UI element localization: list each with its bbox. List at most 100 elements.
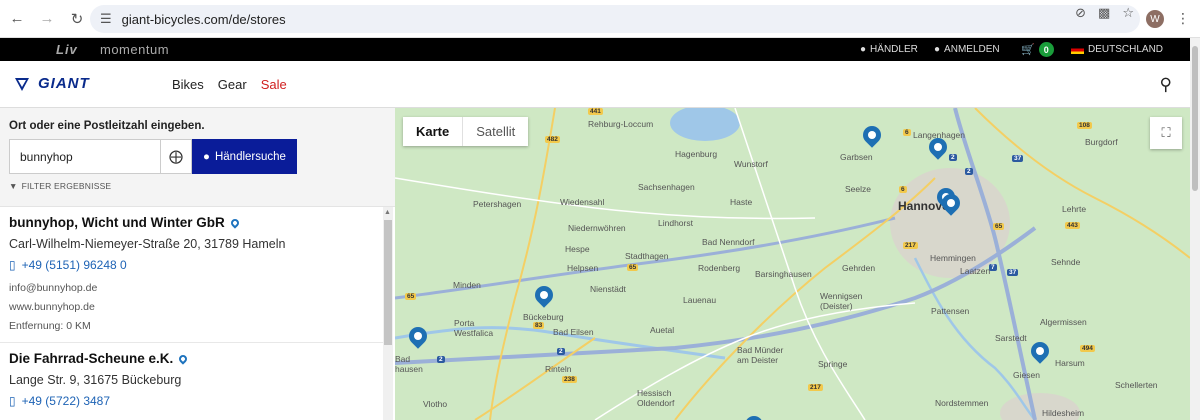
filter-results-link[interactable]: ▼ FILTER ERGEBNISSE [9,181,386,191]
map-label-buckeburg: Bückeburg [523,312,564,322]
map-label-auetal: Auetal [650,325,675,335]
giant-emblem-icon [15,77,29,91]
profile-avatar[interactable]: W [1146,10,1164,28]
logo-text: GIANT [38,75,90,92]
brand-liv-logo[interactable]: Liv [56,42,78,57]
store-address: Lange Str. 9, 31675 Bückeburg [9,373,182,387]
map-type-karte[interactable]: Karte [403,117,462,146]
map-type-satellit[interactable]: Satellit [462,117,528,146]
bookmark-star-icon[interactable]: ☆ [1122,5,1134,21]
map-label-seelze: Seelze [845,184,871,194]
nav-bikes[interactable]: Bikes [172,77,204,92]
map-label-stadthagen: Stadthagen [625,251,669,261]
map-label-wunstorf: Wunstorf [734,159,768,169]
site-topbar: Liv momentum ● HÄNDLER ● ANMELDEN 🛒 0 DE… [0,38,1190,61]
dealer-search-button[interactable]: ● Händlersuche [192,139,297,174]
search-icon[interactable]: ⚲ [1160,75,1172,95]
page-scroll-thumb[interactable] [1192,46,1198,191]
map-label-nienstadt: Nienstädt [590,284,626,294]
map-label-wiedensahl: Wiedensahl [560,197,605,207]
scroll-up-icon[interactable]: ▲ [384,209,391,216]
road-sign: 443 [1065,222,1080,229]
map-label-minden: Minden [453,280,481,290]
crosshair-icon: ⨁ [169,148,183,164]
road-sign: 441 [588,108,603,115]
map-label-badnenndorf: Bad Nenndorf [702,237,755,247]
main-nav: Bikes Gear Sale [172,77,287,92]
browser-menu-icon[interactable]: ⋮ [1176,10,1190,27]
dealer-search-label: Händlersuche [214,150,286,163]
store-name: Die Fahrrad-Scheune e.K. [9,351,374,366]
fullscreen-icon[interactable]: ⛶ [1150,117,1182,149]
map-label-lehrte: Lehrte [1062,204,1087,214]
location-search-input[interactable] [9,139,161,174]
map-label-springe: Springe [818,359,848,369]
map-label-badeilsen: Bad Eilsen [553,327,594,337]
page-scrollbar[interactable] [1190,38,1200,420]
results-scrollbar[interactable]: ▲ [383,207,393,420]
map-label-haste: Haste [730,197,753,207]
cart-link[interactable]: 🛒 0 [1021,42,1054,57]
nav-gear[interactable]: Gear [218,77,247,92]
store-phone[interactable]: ▯ +49 (5722) 3487 [9,394,374,408]
map-pin-icon[interactable] [229,216,241,229]
country-label: DEUTSCHLAND [1088,44,1164,55]
road-sign: 83 [533,322,545,329]
road-sign: 217 [808,384,823,391]
road-sign: 6 [899,186,907,193]
store-website[interactable]: www.bunnyhop.de [9,298,374,317]
url-text: giant-bicycles.com/de/stores [121,11,286,27]
road-sign: 6 [903,129,911,136]
map-label-schellerten: Schellerten [1115,380,1158,390]
reload-icon[interactable]: ↻ [64,6,90,32]
road-sign: 65 [627,264,639,271]
map-label-harsum: Harsum [1055,358,1085,368]
store-name: bunnyhop, Wicht und Winter GbR [9,215,374,230]
map-label-algermissen: Algermissen [1040,317,1087,327]
road-sign: 7 [989,264,997,271]
back-icon[interactable]: ← [4,6,30,32]
store-phone[interactable]: ▯ +49 (5151) 96248 0 [9,258,374,272]
store-distance: Entfernung: 0 KM [9,320,91,332]
search-row: ⨁ ● Händlersuche [9,139,386,174]
list-item[interactable]: bunnyhop, Wicht und Winter GbR Carl-Wilh… [0,207,383,343]
locate-me-button[interactable]: ⨁ [161,139,192,174]
map-label-rehburg: Rehburg-Loccum [588,119,654,129]
store-name-text: bunnyhop, Wicht und Winter GbR [9,215,225,230]
nav-sale[interactable]: Sale [261,77,287,92]
forward-icon[interactable]: → [34,6,60,32]
map-label-porta: Porta Westfalica [454,318,494,338]
country-selector[interactable]: DEUTSCHLAND [1071,44,1163,55]
location-pin-icon: ● [203,150,210,163]
results-list: bunnyhop, Wicht und Winter GbR Carl-Wilh… [0,207,395,420]
map-label-lindhorst: Lindhorst [658,218,693,228]
map-area[interactable]: Karte Satellit ⛶ Rehburg-Loccum Hagenbur… [395,108,1190,420]
list-item[interactable]: Die Fahrrad-Scheune e.K. Lange Str. 9, 3… [0,343,383,414]
road-sign: 2 [965,168,973,175]
translate-icon[interactable]: ▩ [1098,5,1110,21]
store-address: Carl-Wilhelm-Niemeyer-Straße 20, 31789 H… [9,237,286,251]
login-link[interactable]: ● ANMELDEN [934,44,1000,55]
search-area: Ort oder eine Postleitzahl eingeben. ⨁ ●… [0,108,395,207]
road-sign: 482 [545,136,560,143]
filter-label: FILTER ERGEBNISSE [21,181,112,191]
dealer-label: HÄNDLER [870,44,918,55]
road-sign: 65 [993,223,1005,230]
store-phone-text: +49 (5151) 96248 0 [21,258,127,272]
map-pin-icon[interactable] [177,352,189,365]
store-email[interactable]: info@bunnyhop.de [9,279,374,298]
brand-momentum-logo[interactable]: momentum [100,42,169,57]
tracking-off-icon[interactable]: ⊘ [1075,5,1086,21]
store-locator-panel: Ort oder eine Postleitzahl eingeben. ⨁ ●… [0,108,395,420]
map-label-rodenberg: Rodenberg [698,263,741,273]
road-sign: 37 [1012,155,1024,162]
site-info-icon[interactable]: ☰ [100,11,112,27]
dealer-link[interactable]: ● HÄNDLER [860,44,918,55]
address-bar[interactable]: ☰ giant-bicycles.com/de/stores [90,5,1140,33]
german-flag-icon [1071,45,1084,54]
map-label-burgdorf: Burgdorf [1085,137,1118,147]
map-type-control: Karte Satellit [403,117,529,146]
giant-logo[interactable]: GIANT [14,75,90,92]
map-label-rinteln: Rinteln [545,364,572,374]
results-scroll-thumb[interactable] [384,220,392,345]
